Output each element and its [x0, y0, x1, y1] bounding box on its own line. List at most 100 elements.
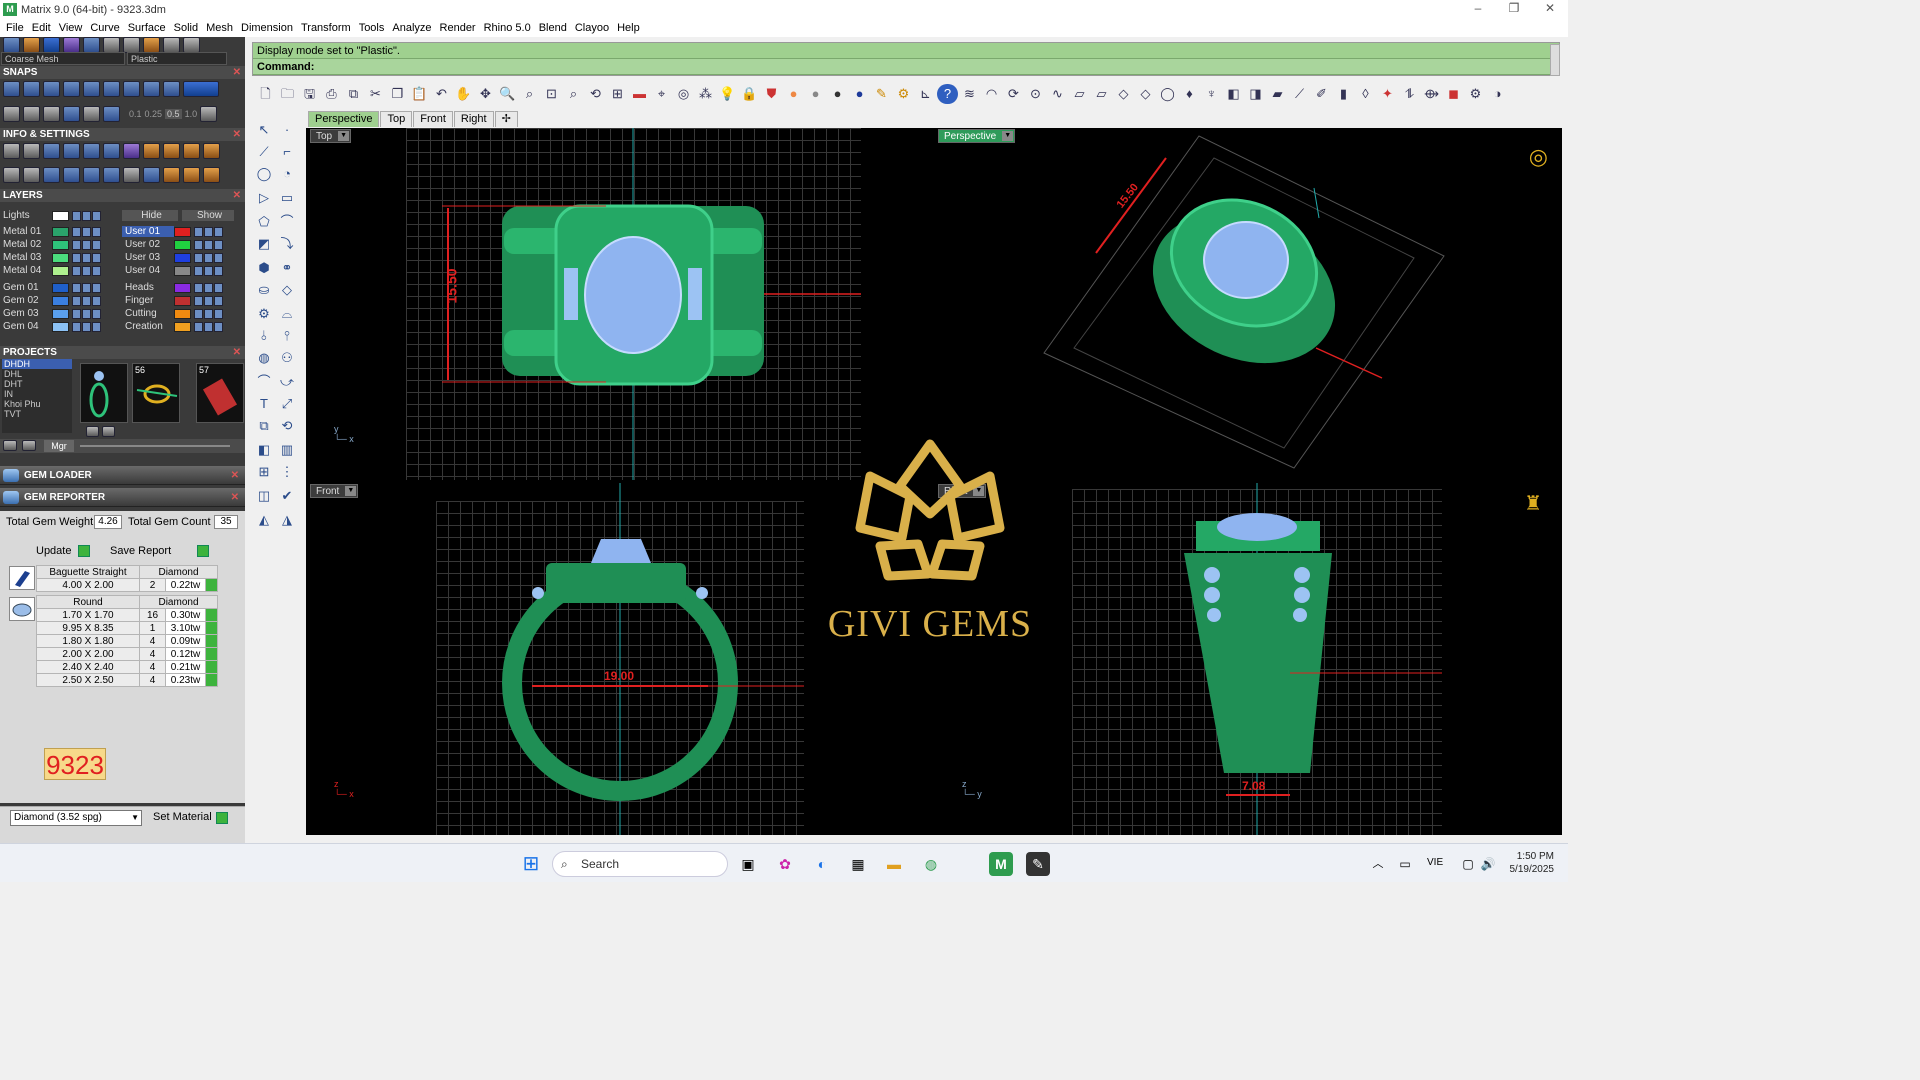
snap-icon[interactable] — [163, 81, 180, 97]
layer-lock-icon[interactable] — [204, 252, 213, 263]
layer-color-swatch[interactable] — [174, 308, 191, 319]
layer-visibility-icon[interactable] — [72, 265, 81, 276]
layer-visibility-icon[interactable] — [194, 308, 203, 319]
layers-icon[interactable] — [143, 167, 160, 183]
polygon-icon[interactable]: ⬠ — [254, 212, 274, 232]
ring-icon[interactable]: ◯ — [1157, 84, 1178, 104]
menu-help[interactable]: Help — [613, 22, 644, 34]
layer-lock-icon[interactable] — [82, 295, 91, 306]
material-dropdown[interactable]: Plastic — [127, 52, 227, 65]
surface-icon[interactable]: ◇ — [1113, 84, 1134, 104]
box-icon[interactable] — [83, 167, 100, 183]
layer-row[interactable]: Metal 01 — [0, 225, 102, 238]
paste-icon[interactable]: 📋 — [409, 84, 430, 104]
menu-mesh[interactable]: Mesh — [202, 22, 237, 34]
menu-render[interactable]: Render — [436, 22, 480, 34]
layer-visibility-icon[interactable] — [72, 321, 81, 332]
camera-icon[interactable]: ⌖ — [651, 84, 672, 104]
box-icon[interactable]: ⬢ — [254, 258, 274, 278]
save-icon[interactable]: 🖫 — [299, 84, 320, 104]
menu-curve[interactable]: Curve — [86, 22, 123, 34]
taskbar-search[interactable]: ⌕ Search — [552, 851, 728, 877]
menu-file[interactable]: File — [2, 22, 28, 34]
keyboard-icon[interactable]: ▭ — [1393, 852, 1417, 876]
layer-visibility-icon[interactable] — [194, 252, 203, 263]
add-tab-icon[interactable]: ✢ — [494, 111, 518, 127]
layer-select-icon[interactable] — [214, 265, 223, 276]
curve-icon[interactable]: ∿ — [1047, 84, 1068, 104]
light-bulb-icon[interactable]: 💡 — [717, 84, 738, 104]
menu-tools[interactable]: Tools — [355, 22, 389, 34]
project-item[interactable]: DHT — [2, 379, 72, 389]
row-go-icon[interactable] — [205, 660, 218, 674]
grid-icon[interactable] — [3, 37, 20, 53]
gear-icon[interactable]: ⚙ — [254, 304, 274, 324]
layer-visibility-icon[interactable] — [194, 226, 203, 237]
arc-icon[interactable]: ◔ — [277, 164, 297, 184]
layer-visibility-icon[interactable] — [72, 210, 81, 221]
ring-side-view-icon[interactable]: ♜ — [1524, 491, 1542, 516]
gem-loader-header[interactable]: GEM LOADER ✕ — [0, 466, 245, 485]
osnap-icon[interactable] — [83, 106, 100, 122]
cut-icon[interactable]: ✂ — [365, 84, 386, 104]
viewport-grid-icon[interactable]: ⊞ — [607, 84, 628, 104]
layer-select-icon[interactable] — [214, 226, 223, 237]
copy-icon[interactable]: ❐ — [387, 84, 408, 104]
material-icon[interactable] — [23, 37, 40, 53]
group-icon[interactable]: ⧉ — [254, 416, 274, 436]
chevron-up-icon[interactable]: ︿ — [1366, 852, 1390, 876]
up-icon[interactable] — [22, 440, 36, 451]
layer-color-swatch[interactable] — [174, 226, 191, 237]
layer-lock-icon[interactable] — [204, 282, 213, 293]
project-item[interactable]: DHL — [2, 369, 72, 379]
layer-select-icon[interactable] — [92, 295, 101, 306]
menu-clayoo[interactable]: Clayoo — [571, 22, 613, 34]
box-icon[interactable]: ◼ — [1443, 84, 1464, 104]
layer-select-icon[interactable] — [214, 308, 223, 319]
tool-icon[interactable] — [183, 167, 200, 183]
snap-value[interactable]: 0.25 — [145, 109, 163, 119]
triangle-icon[interactable]: ▷ — [254, 188, 274, 208]
tool-icon[interactable] — [203, 167, 220, 183]
layer-lock-icon[interactable] — [82, 308, 91, 319]
menu-view[interactable]: View — [55, 22, 87, 34]
tab-right[interactable]: Right — [453, 111, 494, 127]
project-item[interactable]: Khoi Phu — [2, 399, 72, 409]
save-report-button[interactable]: Save Report — [110, 544, 171, 558]
edge-icon[interactable]: ◐ — [810, 852, 834, 876]
snap-icon[interactable] — [63, 106, 80, 122]
close-icon[interactable]: ✕ — [233, 66, 241, 79]
curve-points-icon[interactable]: ⌐ — [277, 142, 297, 162]
surface-icon[interactable]: ◇ — [277, 280, 297, 300]
menu-solid[interactable]: Solid — [170, 22, 202, 34]
rectangle-icon[interactable]: ▭ — [277, 188, 297, 208]
hide-toggle[interactable]: Hide Show — [122, 209, 234, 222]
row-go-icon[interactable] — [205, 673, 218, 687]
menu-surface[interactable]: Surface — [124, 22, 170, 34]
sphere-icon[interactable] — [103, 37, 120, 53]
slab-icon[interactable]: ▰ — [1267, 84, 1288, 104]
gem-icon[interactable] — [123, 143, 140, 159]
snap-icon[interactable] — [143, 81, 160, 97]
row-go-icon[interactable] — [205, 621, 218, 635]
tab-front[interactable]: Front — [413, 111, 453, 127]
close-icon[interactable]: ✕ — [231, 466, 239, 485]
viewport-label-front[interactable]: Front ▼ — [310, 484, 359, 498]
project-item[interactable]: TVT — [2, 409, 72, 419]
grid-icon[interactable] — [200, 106, 218, 122]
search-icon[interactable] — [23, 143, 40, 159]
rotate-3d-icon[interactable]: ⟳ — [1003, 84, 1024, 104]
sphere-icon[interactable] — [183, 37, 200, 53]
window-icon[interactable] — [23, 167, 40, 183]
paint-icon[interactable]: ◮ — [277, 510, 297, 530]
plane-icon[interactable]: ▱ — [1069, 84, 1090, 104]
layer-visibility-icon[interactable] — [194, 282, 203, 293]
funnel-icon[interactable] — [103, 167, 120, 183]
matrix-taskbar-icon[interactable]: M — [989, 852, 1013, 876]
snap-icon[interactable] — [83, 81, 100, 97]
close-icon[interactable] — [102, 426, 115, 437]
snap-icon[interactable] — [3, 81, 20, 97]
layer-lock-icon[interactable] — [82, 226, 91, 237]
lock-icon[interactable]: 🔒 — [739, 84, 760, 104]
layer-row[interactable]: User 04 — [122, 264, 224, 277]
